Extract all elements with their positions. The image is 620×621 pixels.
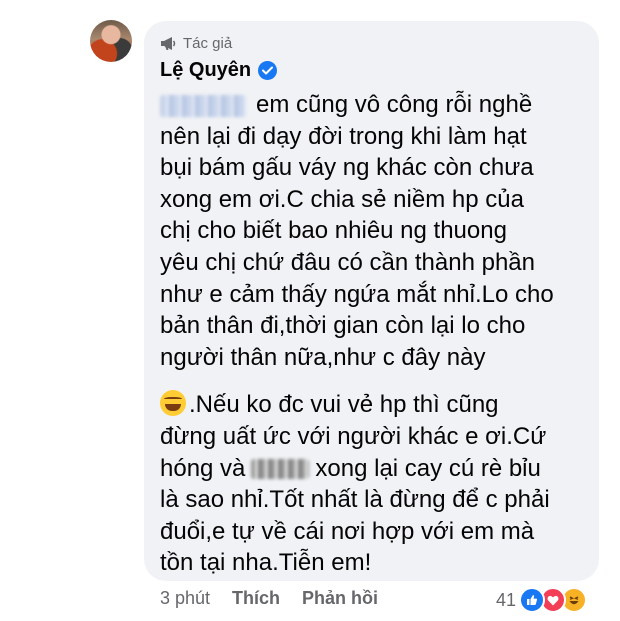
- comment-line: bản thân đi,thời gian còn lại lo cho: [160, 312, 526, 340]
- avatar[interactable]: [90, 20, 132, 62]
- comment-line: .Nếu ko đc vui vẻ hp thì cũng: [160, 389, 590, 421]
- comment-screen: Tác giả Lệ Quyên em cũng vô công rỗi ngh…: [0, 0, 620, 621]
- like-icon: [519, 587, 546, 613]
- reply-button[interactable]: Phản hồi: [302, 588, 378, 609]
- comment-line: là sao nhỉ.Tốt nhất là đừng để c phải: [160, 486, 550, 514]
- author-row: Lệ Quyên: [160, 59, 278, 82]
- rofl-emoji-icon: [160, 390, 186, 417]
- reaction-count: 41: [496, 589, 517, 610]
- reaction-summary[interactable]: 41: [496, 587, 588, 613]
- comment-bubble: Tác giả Lệ Quyên em cũng vô công rỗi ngh…: [144, 21, 599, 581]
- comment-line: chị cho biết bao nhiêu ng thuong: [160, 217, 507, 245]
- author-badge-label: Tác giả: [183, 35, 233, 52]
- comment-line: bụi bám gấu váy ng khác còn chưa: [160, 154, 534, 182]
- author-name[interactable]: Lệ Quyên: [160, 59, 251, 82]
- megaphone-icon: [160, 36, 177, 51]
- comment-line: đừng uất ức với người khác e ơi.Cứ: [160, 422, 547, 450]
- comment-actions: 3 phút Thích Phản hồi: [160, 588, 400, 609]
- verified-badge-icon: [258, 61, 278, 80]
- comment-body: em cũng vô công rỗi nghề nên lại đi dạy …: [160, 89, 590, 579]
- comment-paragraph-1: em cũng vô công rỗi nghề nên lại đi dạy …: [160, 89, 590, 373]
- like-button[interactable]: Thích: [232, 588, 280, 609]
- comment-line: người thân nữa,như c đây này: [160, 343, 486, 371]
- redacted-word: [251, 459, 310, 480]
- comment-line: hóng và xong lại cay cú rè bỉu: [160, 454, 541, 482]
- comment-paragraph-2: .Nếu ko đc vui vẻ hp thì cũng đừng uất ứ…: [160, 389, 590, 579]
- comment-line: đuổi,e tự về cái nơi hợp với em mà: [160, 517, 535, 545]
- author-badge: Tác giả: [160, 35, 232, 52]
- comment-line: tồn tại nha.Tiễn em!: [160, 549, 372, 577]
- redacted-mention: [160, 94, 246, 117]
- comment-line: xong em ơi.C chia sẻ niềm hp của: [160, 185, 524, 213]
- comment-line: yêu chị chứ đâu có cần thành phần: [160, 248, 535, 276]
- comment-timestamp[interactable]: 3 phút: [160, 588, 210, 609]
- comment-line: nên lại đi dạy đời trong khi làm hạt: [160, 122, 527, 150]
- comment-line: em cũng vô công rỗi nghề: [160, 89, 590, 121]
- comment-line: như e cảm thấy ngứa mắt nhỉ.Lo cho: [160, 280, 554, 308]
